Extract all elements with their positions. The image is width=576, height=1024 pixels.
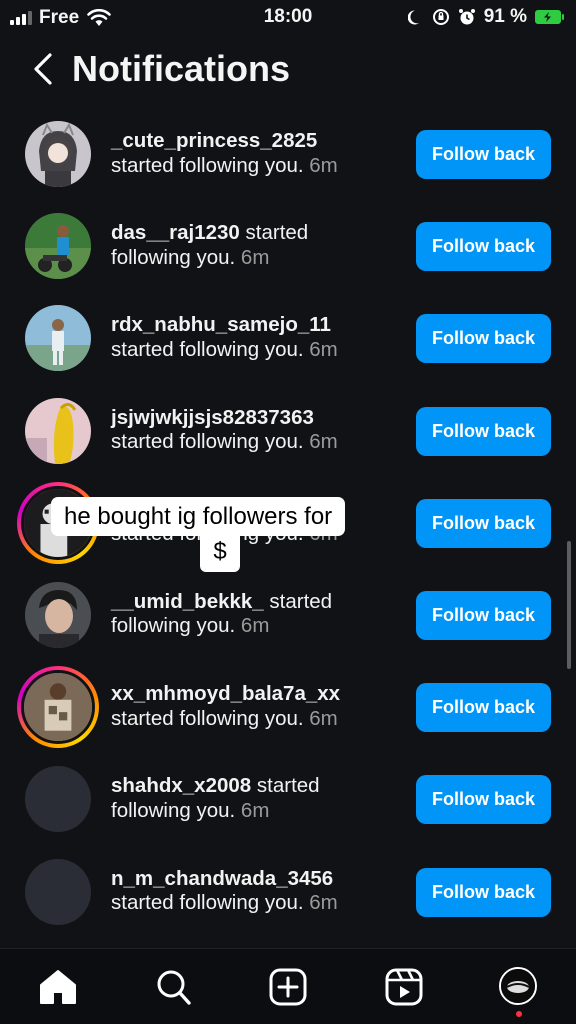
create-icon xyxy=(269,968,307,1006)
time-ago: 6m xyxy=(240,614,270,638)
time-ago: 6m xyxy=(309,153,338,177)
notification-dot xyxy=(516,1011,522,1017)
nav-home[interactable] xyxy=(38,967,78,1007)
follow-back-button[interactable]: Follow back xyxy=(416,406,551,456)
header: Notifications xyxy=(0,44,576,96)
username[interactable]: das__raj1230 xyxy=(111,221,240,244)
avatar[interactable] xyxy=(25,397,91,464)
notification-text: started following you. xyxy=(111,706,304,730)
bottom-nav xyxy=(0,948,576,1024)
notification-row[interactable]: xx_mhmoyd_bala7a_xx started following yo… xyxy=(0,661,576,753)
notification-row[interactable]: das__raj1230 started following you. 6m F… xyxy=(0,200,576,292)
battery-percent: 91 % xyxy=(483,6,527,27)
status-bar: Free 18:00 91 % xyxy=(0,0,576,34)
reels-icon xyxy=(385,968,423,1006)
time-ago: 6m xyxy=(240,798,270,822)
username[interactable]: jsjwjwkjjsjs82837363 xyxy=(111,406,314,429)
notification-text: started following you. xyxy=(111,430,304,454)
home-icon xyxy=(40,970,76,1004)
username[interactable]: __umid_bekkk_ xyxy=(111,590,264,613)
avatar[interactable] xyxy=(25,858,91,925)
notification-text: started following you. xyxy=(111,153,304,177)
username[interactable]: n_m_chandwada_3456 xyxy=(111,867,333,890)
follow-back-button[interactable]: Follow back xyxy=(416,683,551,733)
notification-row[interactable]: _cute_princess_2825 started following yo… xyxy=(0,108,576,200)
notification-row[interactable]: jsjwjwkjjsjs82837363 started following y… xyxy=(0,385,576,477)
avatar[interactable] xyxy=(25,766,91,833)
follow-back-button[interactable]: Follow back xyxy=(416,130,551,179)
search-icon xyxy=(157,970,191,1005)
time-ago: 6m xyxy=(309,706,338,730)
username[interactable]: _cute_princess_2825 xyxy=(111,129,317,152)
notification-text: started following you. xyxy=(111,891,304,914)
profile-avatar xyxy=(499,967,537,1005)
follow-back-button[interactable]: Follow back xyxy=(416,498,551,548)
notification-row[interactable]: shahdx_x2008 started following you. 6m F… xyxy=(0,753,576,845)
follow-back-button[interactable]: Follow back xyxy=(416,222,551,272)
nav-search[interactable] xyxy=(153,967,193,1007)
follow-back-button[interactable]: Follow back xyxy=(416,590,551,640)
time-ago: 6m xyxy=(309,337,338,361)
avatar-story-ring[interactable] xyxy=(17,666,99,749)
follow-back-button[interactable]: Follow back xyxy=(416,867,551,917)
scrollbar[interactable] xyxy=(567,541,571,669)
page-title: Notifications xyxy=(72,48,291,89)
avatar[interactable] xyxy=(25,121,91,187)
time-ago: 6m xyxy=(309,891,338,914)
back-chevron-icon[interactable] xyxy=(30,52,56,86)
notification-row[interactable]: rdx_nabhu_samejo_11 started following yo… xyxy=(0,292,576,384)
time-ago: 6m xyxy=(240,245,270,269)
time-ago: 6m xyxy=(309,430,338,454)
follow-back-button[interactable]: Follow back xyxy=(416,314,551,364)
nav-profile[interactable] xyxy=(499,967,539,1017)
username[interactable]: xx_mhmoyd_bala7a_xx xyxy=(111,682,340,705)
notifications-screen: Free 18:00 91 % Notifications _cute_prin… xyxy=(0,0,576,1024)
username[interactable]: shahdx_x2008 xyxy=(111,774,251,797)
notification-row[interactable]: __umid_bekkk_ started following you. 6m … xyxy=(0,569,576,661)
nav-create[interactable] xyxy=(268,967,308,1007)
notification-text: started following you. xyxy=(111,337,304,361)
notification-row[interactable]: n_m_chandwada_3456 started following you… xyxy=(0,846,576,938)
alarm-icon xyxy=(458,9,475,25)
moon-icon xyxy=(407,10,419,25)
avatar[interactable] xyxy=(25,213,91,280)
battery-icon xyxy=(535,10,564,24)
orientation-lock-icon xyxy=(432,9,449,25)
avatar[interactable] xyxy=(25,305,91,372)
nav-reels[interactable] xyxy=(384,967,424,1007)
avatar[interactable] xyxy=(25,581,91,648)
follow-back-button[interactable]: Follow back xyxy=(416,775,551,825)
username[interactable]: rdx_nabhu_samejo_11 xyxy=(111,313,331,336)
caption-overlay-line1: he bought ig followers for xyxy=(51,497,346,536)
caption-overlay-line2: $ xyxy=(200,531,240,572)
